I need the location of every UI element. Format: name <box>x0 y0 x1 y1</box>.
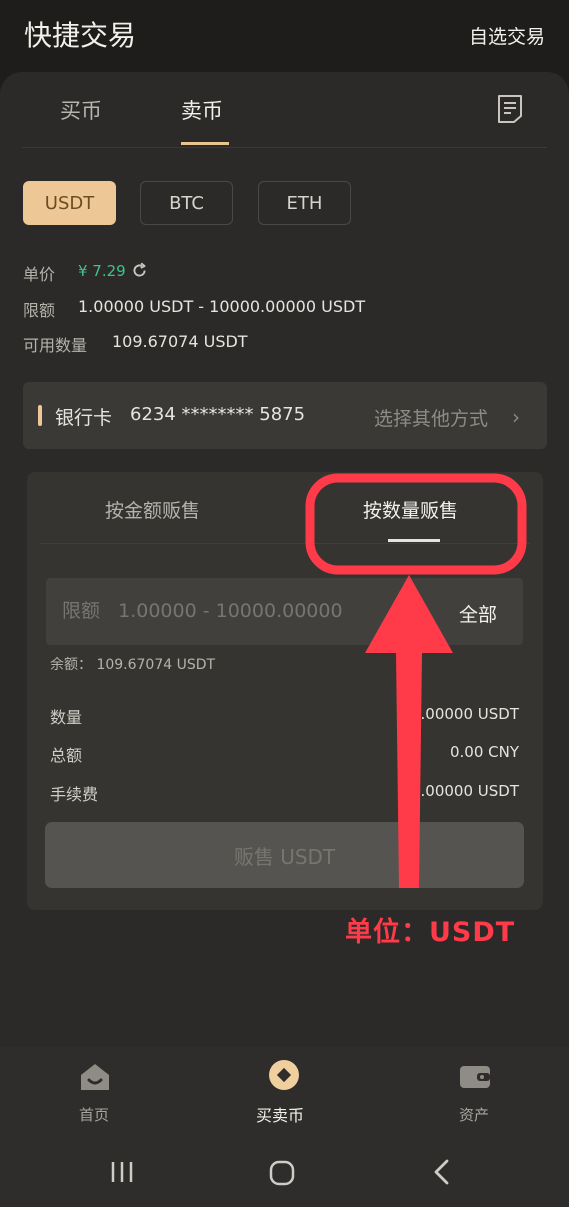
refresh-icon[interactable] <box>131 262 148 279</box>
active-tab-indicator <box>181 142 229 145</box>
payment-accent-bar <box>38 405 42 426</box>
card-divider <box>40 543 530 544</box>
price-value: ¥ 7.29 <box>78 262 126 280</box>
total-label: 总额 <box>50 746 83 765</box>
available-value: 109.67074 USDT <box>112 332 248 351</box>
trade-icon[interactable] <box>267 1058 301 1092</box>
limit-value: 1.00000 USDT - 10000.00000 USDT <box>78 297 366 316</box>
quantity-label: 数量 <box>50 708 83 727</box>
available-label: 可用数量 <box>23 336 88 355</box>
fee-value: .00000 USDT <box>420 782 519 800</box>
nav-assets-label[interactable]: 资产 <box>459 1104 489 1125</box>
quantity-value: .00000 USDT <box>420 705 519 723</box>
annotation-unit-text: 单位：USDT <box>345 917 516 948</box>
nav-trade-label[interactable]: 买卖币 <box>256 1102 304 1126</box>
wallet-icon[interactable] <box>458 1060 492 1094</box>
price-label: 单价 <box>23 265 56 284</box>
sell-all-button[interactable]: 全部 <box>459 600 497 627</box>
page-title: 快捷交易 <box>24 19 137 52</box>
coin-btc-button[interactable]: BTC <box>140 181 233 225</box>
tab-sell[interactable]: 卖币 <box>181 95 223 125</box>
bank-card-number: 6234 ******** 5875 <box>130 404 306 425</box>
home-button-icon[interactable] <box>267 1158 297 1188</box>
quantity-input[interactable] <box>62 600 362 622</box>
chevron-right-icon[interactable]: › <box>512 405 520 429</box>
sub-tab-indicator <box>388 539 440 542</box>
fee-label: 手续费 <box>50 785 99 804</box>
tab-sell-by-amount[interactable]: 按金额贩售 <box>105 496 200 523</box>
nav-home-label[interactable]: 首页 <box>79 1104 109 1125</box>
total-value: 0.00 CNY <box>449 743 519 761</box>
limit-label: 限额 <box>23 301 56 320</box>
sell-submit-button[interactable]: 贩售 USDT <box>45 822 524 888</box>
coin-eth-button[interactable]: ETH <box>258 181 351 225</box>
coin-usdt-button[interactable]: USDT <box>23 181 116 225</box>
tab-sell-by-quantity[interactable]: 按数量贩售 <box>363 496 458 523</box>
tab-buy[interactable]: 买币 <box>60 95 102 125</box>
balance-text: 余额： 109.67074 USDT <box>50 657 216 673</box>
recent-apps-icon[interactable] <box>108 1158 136 1186</box>
tab-divider <box>22 147 547 148</box>
home-icon[interactable] <box>78 1060 112 1094</box>
custom-trade-link[interactable]: 自选交易 <box>469 22 545 49</box>
choose-other-method[interactable]: 选择其他方式 <box>374 404 488 431</box>
back-icon[interactable] <box>430 1158 454 1186</box>
order-list-icon[interactable] <box>496 94 524 124</box>
payment-label: 银行卡 <box>55 407 113 429</box>
